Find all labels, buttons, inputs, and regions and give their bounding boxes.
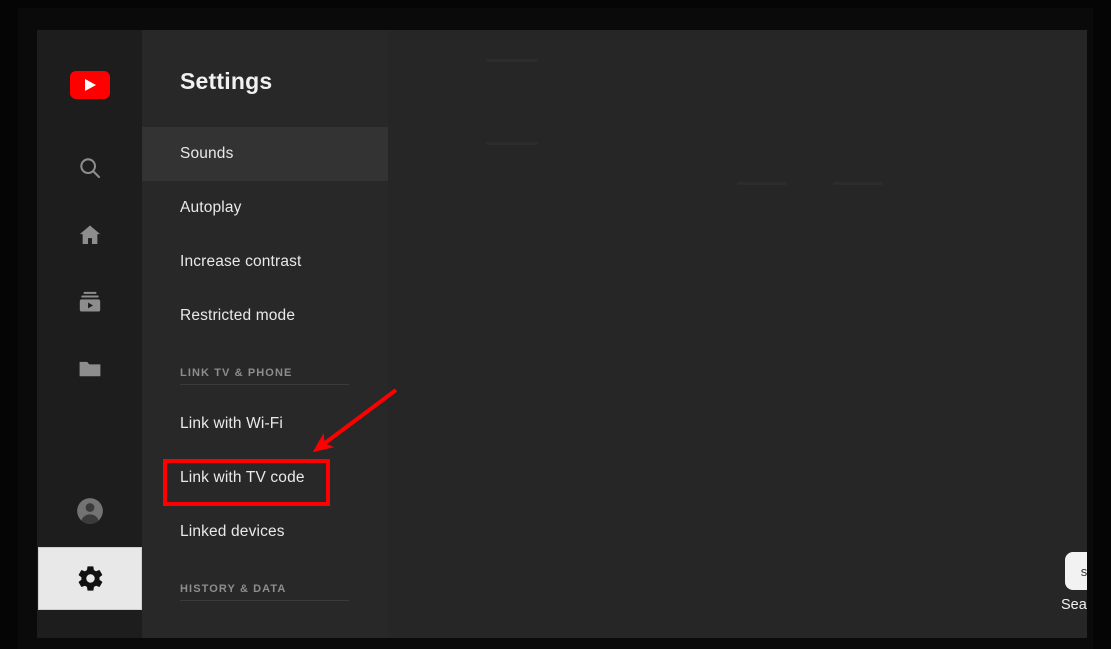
menu-section-label: HISTORY & DATA [180,583,287,595]
menu-item-label: Linked devices [180,523,285,540]
subscriptions-icon [77,289,103,315]
menu-item-label: Sounds [180,145,234,162]
menu-item-autoplay[interactable]: Autoplay [142,181,388,235]
menu-section-label: LINK TV & PHONE [180,367,293,379]
section-divider [180,384,349,385]
play-triangle-icon [85,79,96,91]
home-icon [77,222,103,248]
rail-item-settings[interactable] [38,547,142,610]
search-key-cap[interactable]: s [1065,552,1087,590]
youtube-logo [70,71,110,99]
stage-ghost-line [737,182,787,185]
gear-icon [76,564,105,593]
main-stage: s Search [388,30,1087,638]
menu-item-restricted-mode[interactable]: Restricted mode [142,289,388,343]
library-folder-icon [77,356,103,382]
settings-menu: Sounds Autoplay Increase contrast Restri… [142,127,388,613]
rail-item-search[interactable] [37,142,142,194]
menu-item-link-with-wifi[interactable]: Link with Wi-Fi [142,397,388,451]
menu-item-increase-contrast[interactable]: Increase contrast [142,235,388,289]
section-divider [180,600,349,601]
search-icon [77,155,103,181]
menu-item-linked-devices[interactable]: Linked devices [142,505,388,559]
menu-item-label: Increase contrast [180,253,302,270]
account-avatar-icon [75,496,105,526]
settings-panel: Settings Sounds Autoplay Increase contra… [142,30,388,638]
search-key-hint[interactable]: s Search [1036,552,1087,613]
rail-item-home[interactable] [37,209,142,261]
rail-item-library[interactable] [37,343,142,395]
stage-ghost-line [833,182,883,185]
rail-item-subscriptions[interactable] [37,276,142,328]
youtube-tv-app: Settings Sounds Autoplay Increase contra… [37,30,1087,638]
page-title: Settings [180,68,273,94]
screen-backdrop: Settings Sounds Autoplay Increase contra… [0,0,1111,649]
menu-section-link-tv-and-phone: LINK TV & PHONE [142,343,388,397]
stage-ghost-line [486,59,538,62]
menu-item-label: Restricted mode [180,307,296,324]
stage-ghost-line [486,142,538,145]
menu-item-label: Autoplay [180,199,242,216]
menu-section-history-and-data: HISTORY & DATA [142,559,388,613]
menu-item-label: Link with TV code [180,469,305,486]
menu-item-link-with-tv-code[interactable]: Link with TV code [142,451,388,505]
menu-item-sounds[interactable]: Sounds [142,127,388,181]
search-key-label: Search [1061,597,1087,613]
menu-item-label: Link with Wi-Fi [180,415,284,432]
rail-item-account[interactable] [37,485,142,537]
left-nav-rail [37,30,142,638]
